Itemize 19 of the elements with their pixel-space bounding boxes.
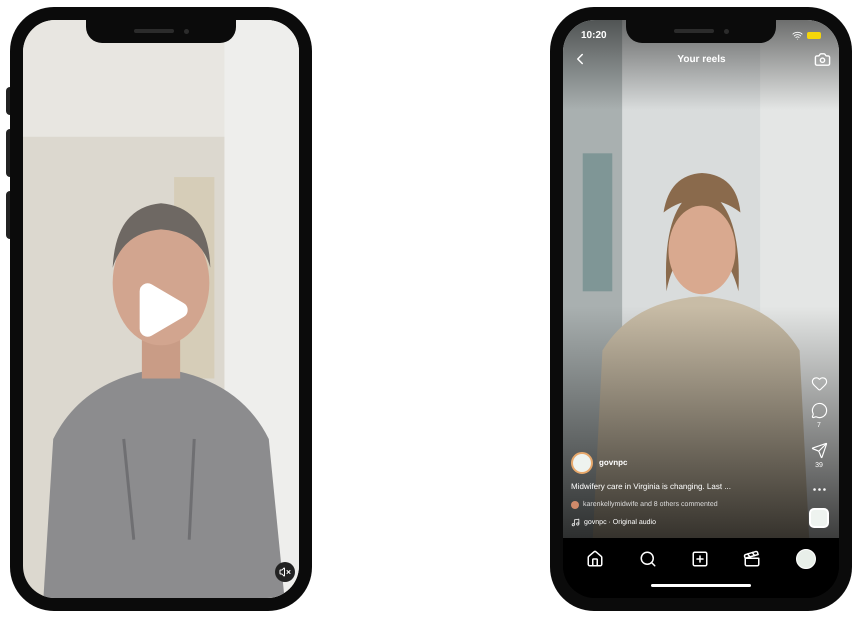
search-icon[interactable] — [638, 550, 657, 568]
speaker-grille — [134, 29, 174, 33]
username[interactable]: govnpc — [599, 457, 628, 469]
wifi-icon — [792, 30, 803, 40]
clapperboard-icon[interactable] — [743, 550, 762, 568]
mute-icon — [279, 566, 291, 578]
plus-square-icon[interactable] — [690, 550, 709, 568]
music-icon — [571, 518, 580, 528]
camera-lens — [724, 28, 728, 34]
camera-lens — [184, 28, 188, 34]
status-time: 10:20 — [581, 28, 607, 42]
camera-icon[interactable] — [814, 50, 831, 68]
caption-text: Midwifery care in Virginia is changing. Last ... — [571, 481, 732, 493]
header-title: Your reels — [677, 52, 726, 66]
comment-icon[interactable] — [810, 402, 828, 419]
audio-thumbnail[interactable] — [809, 508, 829, 528]
speaker-grille — [674, 29, 714, 33]
send-icon[interactable] — [810, 442, 828, 458]
home-icon[interactable] — [586, 550, 604, 568]
